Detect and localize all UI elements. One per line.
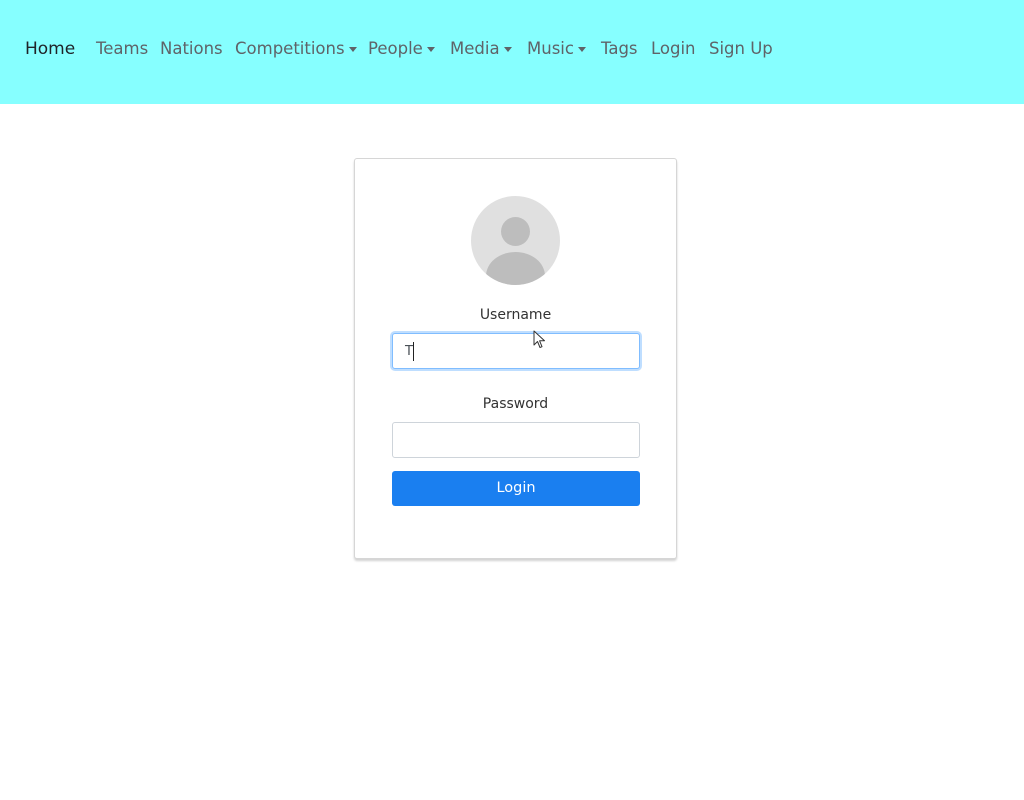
username-input[interactable]: T [392,333,640,369]
nav-music-label: Music [527,39,574,58]
mouse-pointer-icon [533,330,545,348]
nav-nations-link[interactable]: Nations [160,38,223,60]
text-caret [413,342,414,361]
nav-media-dropdown[interactable]: Media [450,38,512,60]
nav-people-label: People [368,39,423,58]
password-input[interactable] [392,422,640,458]
nav-media-label: Media [450,39,500,58]
password-label: Password [482,396,549,412]
nav-tags-label: Tags [601,39,638,58]
nav-login-link[interactable]: Login [651,38,696,60]
username-value: T [405,344,413,359]
nav-competitions-label: Competitions [235,39,345,58]
nav-competitions-dropdown[interactable]: Competitions [235,38,357,60]
username-label: Username [479,307,552,323]
caret-down-icon [577,47,586,52]
nav-login-label: Login [651,39,696,58]
caret-down-icon [348,47,357,52]
nav-music-dropdown[interactable]: Music [527,38,586,60]
avatar-head [501,217,530,246]
caret-down-icon [503,47,512,52]
user-avatar-icon [471,196,560,285]
nav-tags-link[interactable]: Tags [601,38,638,60]
nav-nations-label: Nations [160,39,223,58]
nav-teams-link[interactable]: Teams [96,38,148,60]
avatar-body [486,252,545,285]
caret-down-icon [426,47,435,52]
login-submit-button[interactable]: Login [392,471,640,506]
nav-signup-link[interactable]: Sign Up [709,38,773,60]
nav-people-dropdown[interactable]: People [368,38,435,60]
nav-home-link[interactable]: Home [25,38,75,60]
nav-signup-label: Sign Up [709,39,773,58]
nav-teams-label: Teams [96,39,149,58]
login-card: Username T Password Login [354,158,677,559]
top-navbar: Home Teams Nations Competitions People M… [0,0,1024,104]
